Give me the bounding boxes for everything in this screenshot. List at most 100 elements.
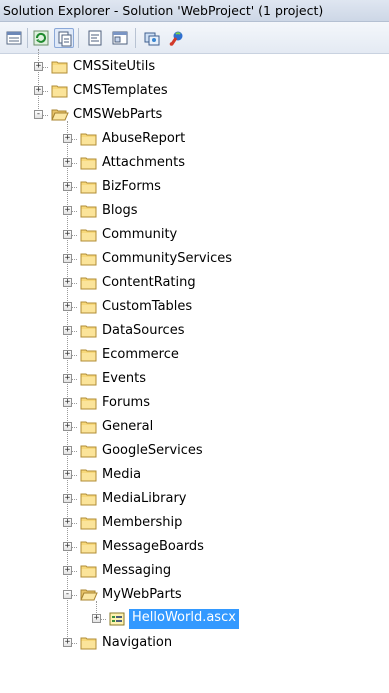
view-code-button[interactable] [85, 28, 105, 48]
tree-item[interactable]: + Ecommerce [0, 343, 389, 367]
view-code-icon [88, 30, 102, 46]
expand-icon[interactable]: + [63, 230, 72, 239]
expand-icon[interactable]: + [63, 494, 72, 503]
expand-icon[interactable]: + [34, 86, 43, 95]
tree-item[interactable]: + Media [0, 463, 389, 487]
tree-item[interactable]: + GoogleServices [0, 439, 389, 463]
tree-item[interactable]: + Community [0, 223, 389, 247]
tree-item[interactable]: - CMSWebParts [0, 103, 389, 127]
view-designer-icon [112, 31, 128, 45]
expand-icon[interactable]: + [63, 350, 72, 359]
tree-item[interactable]: + Membership [0, 511, 389, 535]
tree-item[interactable]: + Forums [0, 391, 389, 415]
tree-item-label: CMSSiteUtils [73, 59, 156, 74]
folder-icon [80, 131, 98, 151]
expand-icon[interactable]: + [63, 638, 72, 647]
tree-item-label: Navigation [102, 635, 173, 650]
expand-icon[interactable]: + [63, 374, 72, 383]
tree-item[interactable]: + ContentRating [0, 271, 389, 295]
copy-website-icon [144, 32, 160, 46]
expand-icon[interactable]: + [63, 518, 72, 527]
copy-website-button[interactable] [142, 28, 162, 48]
tree-item[interactable]: + Attachments [0, 151, 389, 175]
tree-item[interactable]: + AbuseReport [0, 127, 389, 151]
tree-item-label: AbuseReport [102, 131, 186, 146]
tree-item-label: ContentRating [102, 275, 196, 290]
folder-icon [51, 83, 69, 103]
toolbar-separator [78, 28, 79, 48]
tree-item[interactable]: + CMSSiteUtils [0, 55, 389, 79]
tree-item-label: CustomTables [102, 299, 193, 314]
folder-icon [80, 491, 98, 511]
expand-icon[interactable]: + [63, 254, 72, 263]
folder-icon [80, 419, 98, 439]
show-all-files-icon [58, 31, 72, 47]
view-designer-button[interactable] [110, 28, 130, 48]
folder-icon [80, 515, 98, 535]
folder-icon [80, 395, 98, 415]
tree-item-label: MediaLibrary [102, 491, 187, 506]
tree-item[interactable]: + MessageBoards [0, 535, 389, 559]
folder-icon [80, 539, 98, 559]
folder-icon [80, 371, 98, 391]
expand-icon[interactable]: + [63, 278, 72, 287]
show-all-files-button[interactable] [54, 28, 74, 48]
tree-item[interactable]: - MyWebParts [0, 583, 389, 607]
collapse-icon[interactable]: - [63, 590, 72, 599]
folder-icon [80, 323, 98, 343]
tree-item-label: HelloWorld.ascx [129, 609, 239, 629]
tree-item-selected[interactable]: + HelloWorld.ascx [0, 607, 389, 631]
toolbar [0, 22, 389, 54]
refresh-icon [33, 30, 49, 46]
tree-item[interactable]: + MediaLibrary [0, 487, 389, 511]
tree-item-label: CommunityServices [102, 251, 233, 266]
tree-item-label: Attachments [102, 155, 185, 170]
folder-icon [80, 203, 98, 223]
tree-item-label: DataSources [102, 323, 185, 338]
tree-item[interactable]: + Messaging [0, 559, 389, 583]
tree-item-label: Membership [102, 515, 183, 530]
asp-net-configuration-button[interactable] [166, 28, 186, 48]
expand-icon[interactable]: + [63, 422, 72, 431]
expand-icon[interactable]: + [63, 302, 72, 311]
tree-item[interactable]: + BizForms [0, 175, 389, 199]
folder-icon [80, 227, 98, 247]
folder-icon [80, 155, 98, 175]
toolbar-separator [27, 28, 28, 48]
folder-icon [80, 443, 98, 463]
expand-icon[interactable]: + [63, 542, 72, 551]
tree-item-label: Forums [102, 395, 150, 410]
tree-item[interactable]: + DataSources [0, 319, 389, 343]
folder-icon [80, 347, 98, 367]
expand-icon[interactable]: + [63, 566, 72, 575]
expand-icon[interactable]: + [63, 398, 72, 407]
expand-icon[interactable]: + [63, 326, 72, 335]
refresh-button[interactable] [31, 28, 51, 48]
collapse-icon[interactable]: - [34, 110, 43, 119]
tree-item-label: CMSTemplates [73, 83, 168, 98]
expand-icon[interactable]: + [63, 470, 72, 479]
tree-item[interactable]: + Navigation [0, 631, 389, 655]
properties-button[interactable] [4, 28, 24, 48]
tree-item-label: Media [102, 467, 142, 482]
folder-open-icon [80, 587, 98, 607]
tree-item[interactable]: + CustomTables [0, 295, 389, 319]
expand-icon[interactable]: + [63, 446, 72, 455]
tree-item[interactable]: + Blogs [0, 199, 389, 223]
tree-item[interactable]: + General [0, 415, 389, 439]
tree-item[interactable]: + CMSTemplates [0, 79, 389, 103]
expand-icon[interactable]: + [92, 614, 101, 623]
tree-item[interactable]: + CommunityServices [0, 247, 389, 271]
tree-item-label: Ecommerce [102, 347, 179, 362]
folder-icon [80, 179, 98, 199]
expand-icon[interactable]: + [63, 206, 72, 215]
expand-icon[interactable]: + [63, 182, 72, 191]
folder-icon [80, 563, 98, 583]
expand-icon[interactable]: + [63, 158, 72, 167]
expand-icon[interactable]: + [34, 62, 43, 71]
tree-item-label: Messaging [102, 563, 172, 578]
folder-icon [80, 299, 98, 319]
tree-item-label: CMSWebParts [73, 107, 163, 122]
expand-icon[interactable]: + [63, 134, 72, 143]
tree-item[interactable]: + Events [0, 367, 389, 391]
